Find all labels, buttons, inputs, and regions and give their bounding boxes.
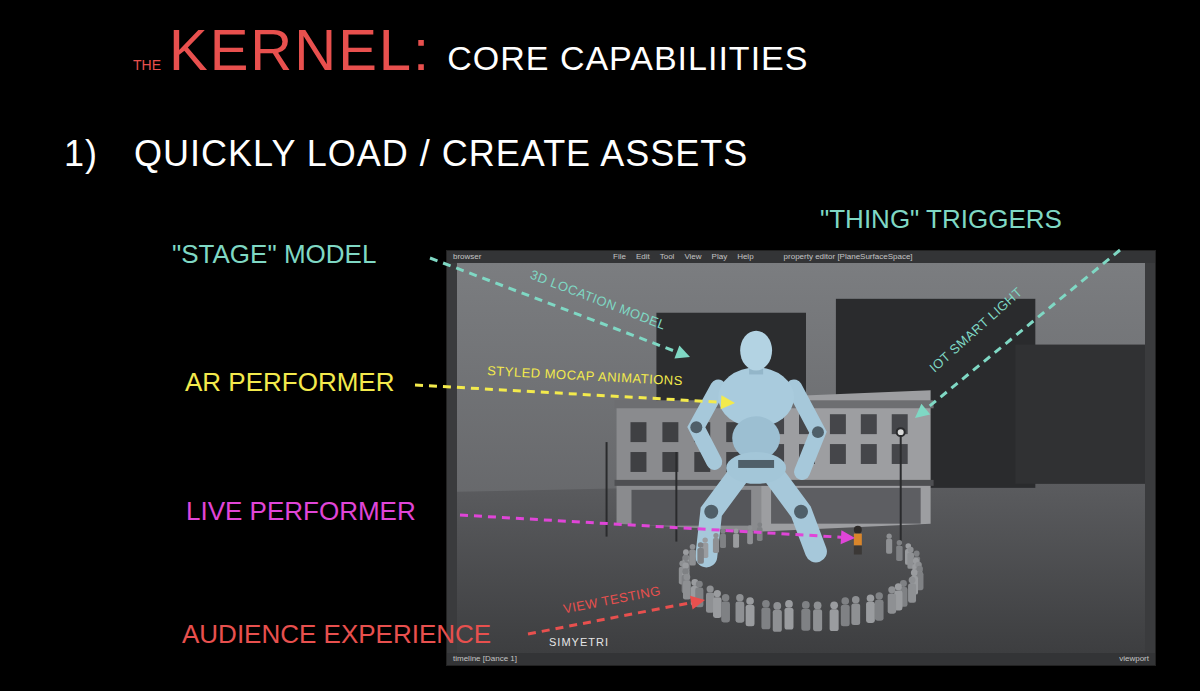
title-prefix: THE (133, 57, 161, 73)
title-subtitle: CORE CAPABILIITIES (447, 39, 808, 78)
callout-arrow (415, 385, 735, 409)
section-heading: 1) QUICKLY LOAD / CREATE ASSETS (0, 132, 1200, 175)
hierarchy-strip (1145, 263, 1155, 653)
callout-label: "THING" TRIGGERS (820, 203, 1062, 236)
heading-number: 1) (64, 132, 98, 175)
viewport-tab[interactable]: viewport (1119, 653, 1149, 665)
callout-arrow (430, 258, 690, 359)
title-name: KERNEL: (169, 18, 431, 82)
heading-text: QUICKLY LOAD / CREATE ASSETS (134, 132, 748, 175)
menu-item[interactable]: Tool (660, 251, 675, 263)
callout-label: LIVE PERFORMER (186, 495, 416, 528)
menu: File Edit Tool View Play Help (613, 251, 754, 263)
toolbox-strip (447, 263, 457, 653)
app-window: browser File Edit Tool View Play Help propert… (446, 250, 1156, 666)
slide-title: THE KERNEL: CORE CAPABILIITIES (0, 0, 1200, 82)
menu-item[interactable]: Help (737, 251, 753, 263)
menu-item[interactable]: Play (712, 251, 728, 263)
status-bar: timeline [Dance 1] viewport (447, 653, 1155, 665)
timeline-tab[interactable]: timeline [Dance 1] (453, 653, 517, 665)
callout-label: "STAGE" MODEL (172, 238, 376, 271)
menu-item[interactable]: Edit (636, 251, 650, 263)
ar-performer (690, 331, 824, 557)
menu-bar: browser File Edit Tool View Play Help propert… (447, 251, 1155, 263)
menu-item[interactable]: File (613, 251, 626, 263)
arrow-layer (0, 0, 1200, 691)
audience-crowd (679, 522, 924, 631)
panel-title: property editor [PlaneSurfaceSpace] (784, 251, 913, 263)
slide: THE KERNEL: CORE CAPABILIITIES 1) QUICKL… (0, 0, 1200, 691)
callout-label: AR PERFORMER (185, 366, 394, 399)
menu-item[interactable]: View (684, 251, 701, 263)
browser-tab[interactable]: browser (453, 251, 603, 263)
window-body: SIMYETRI (447, 263, 1155, 653)
live-performer (854, 526, 862, 555)
callout-label: AUDIENCE EXPERIENCE (182, 618, 491, 651)
callout-arrow (460, 515, 855, 544)
callout-arrow (915, 250, 1120, 418)
scene (457, 263, 1145, 653)
viewport[interactable]: SIMYETRI (457, 263, 1145, 653)
app-logo: SIMYETRI (549, 636, 609, 649)
